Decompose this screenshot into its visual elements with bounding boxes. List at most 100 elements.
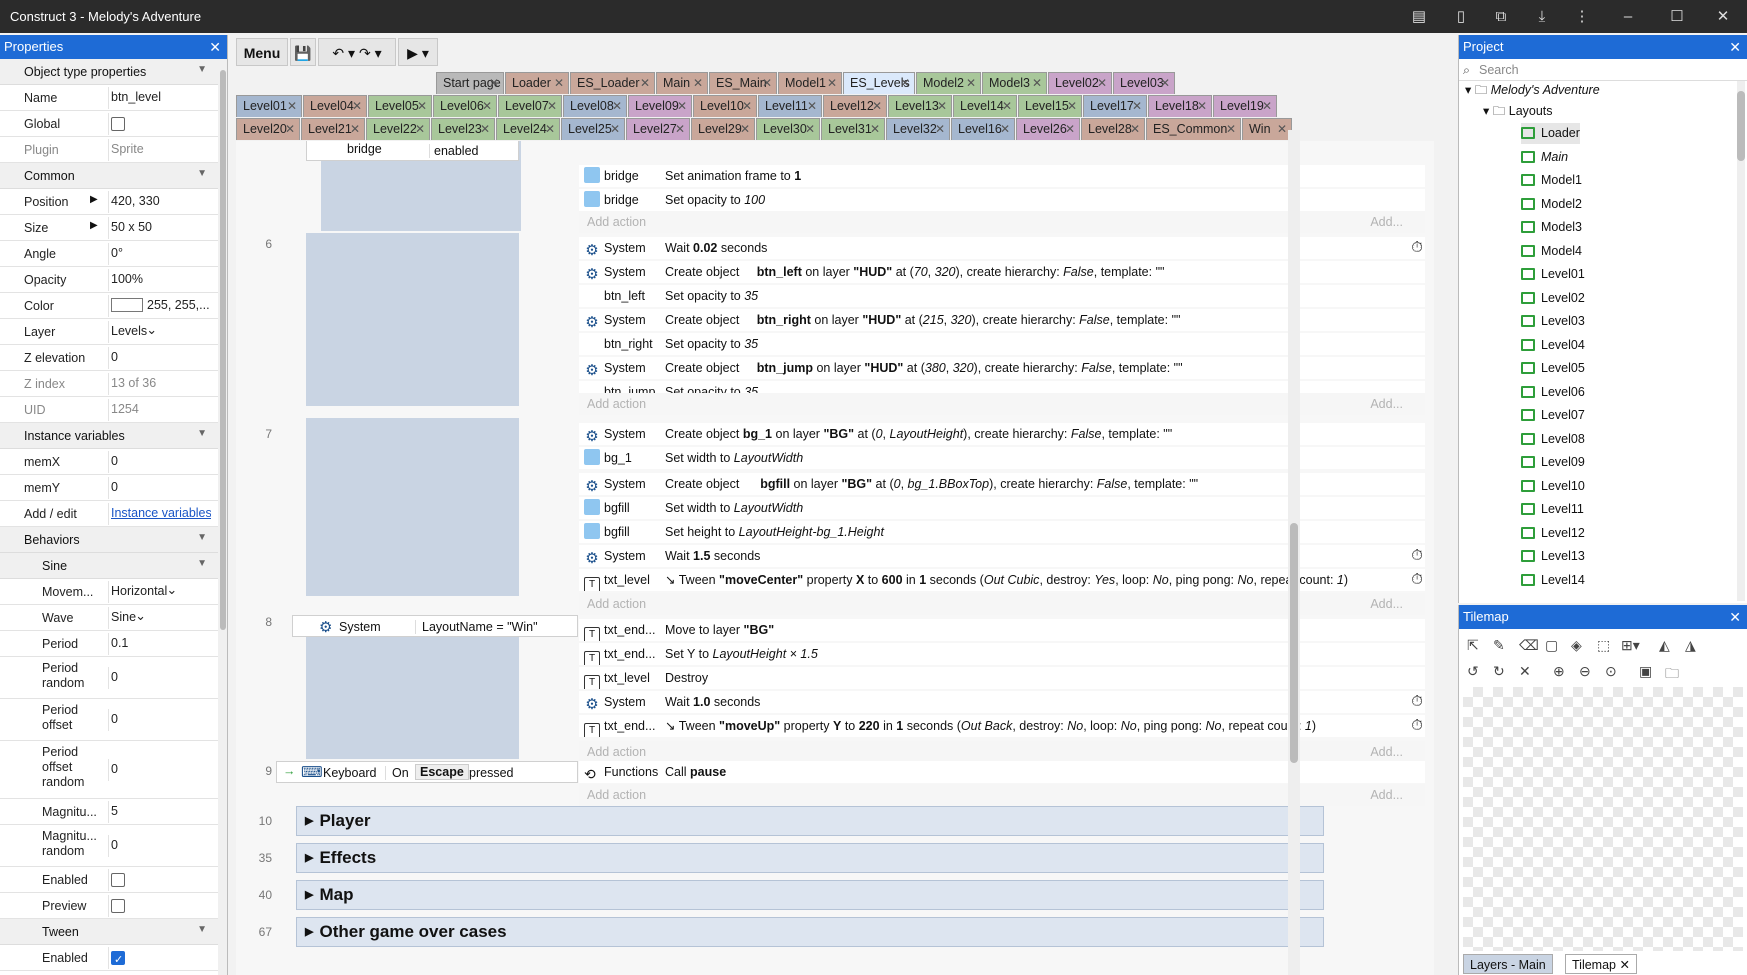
close-icon[interactable]: ✕ (640, 73, 650, 94)
fill-icon[interactable]: ◈ (1571, 637, 1582, 654)
flip-icon[interactable]: ◮ (1685, 637, 1696, 654)
layout-item-level11[interactable]: Level11 (1521, 499, 1584, 520)
close-icon[interactable]: ✕ (287, 96, 297, 117)
close-icon[interactable]: ✕ (677, 96, 687, 117)
property-value[interactable]: 13 of 36 (108, 373, 211, 395)
property-row[interactable]: Magnitu... random 0 (0, 825, 227, 867)
close-icon[interactable]: ✕ (209, 35, 221, 59)
collapse-icon[interactable]: ▼ (197, 64, 207, 75)
close-icon[interactable]: ✕ (612, 96, 622, 117)
property-value[interactable]: 5 (108, 801, 211, 823)
maximize-icon[interactable]: ☐ (1665, 5, 1689, 29)
property-value[interactable]: 255, 255,... (108, 295, 211, 317)
property-row[interactable]: Period random 0 (0, 657, 227, 699)
close-icon[interactable]: ✕ (1226, 119, 1236, 140)
expand-icon[interactable]: ▶ (305, 926, 313, 938)
layout-item-level04[interactable]: Level04 (1521, 335, 1585, 356)
layout-item-level07[interactable]: Level07 (1521, 405, 1585, 426)
close-icon[interactable]: ✕ (554, 73, 564, 94)
property-value[interactable]: btn_level (108, 87, 211, 109)
expand-icon[interactable]: ▶ (90, 194, 98, 205)
project-root[interactable]: ▾ 🗀 Melody's Adventure (1465, 81, 1600, 102)
tab-level10[interactable]: Level10 ✕ (693, 95, 757, 117)
tab-layers-main[interactable]: Layers - Main (1463, 954, 1553, 974)
property-row[interactable]: Color 255, 255,... (0, 293, 227, 319)
tab-level27[interactable]: Level27 ✕ (626, 118, 690, 140)
zoom-reset-icon[interactable]: ⊙ (1605, 663, 1617, 680)
section-behaviors[interactable]: Behaviors ▼ (0, 527, 227, 553)
play-icon[interactable]: ▶ ▾ (398, 38, 438, 66)
collapse-icon[interactable]: ▼ (197, 168, 207, 179)
close-icon[interactable]: ✕ (966, 73, 976, 94)
tab-level22[interactable]: Level22 ✕ (366, 118, 430, 140)
tilemap-canvas[interactable] (1463, 687, 1743, 951)
tab-model1[interactable]: Model1 ✕ (778, 72, 842, 94)
property-row[interactable]: Angle 0° (0, 241, 227, 267)
event-group[interactable]: ▶ Effects (296, 843, 1324, 873)
section-object-type-properties[interactable]: Object type properties ▼ (0, 59, 227, 85)
tab-tilemap[interactable]: Tilemap ✕ (1565, 954, 1637, 974)
property-row[interactable]: Add / edit Instance variables (0, 501, 227, 527)
property-value[interactable] (108, 895, 211, 917)
close-icon[interactable]: ✕ (1160, 73, 1170, 94)
close-icon[interactable]: ✕ (285, 119, 295, 140)
scrollbar-thumb[interactable] (220, 70, 226, 630)
close-icon[interactable]: ✕ (1002, 96, 1012, 117)
property-row[interactable]: Layer Levels (0, 319, 227, 345)
property-row[interactable]: Magnitu... 5 (0, 799, 227, 825)
tab-level11[interactable]: Level11 ✕ (758, 95, 822, 117)
tab-main[interactable]: Main ✕ (656, 72, 708, 94)
tab-level18[interactable]: Level18 ✕ (1148, 95, 1212, 117)
tab-level01[interactable]: Level01 ✕ (236, 95, 302, 117)
condition[interactable]: bridge enabled (306, 141, 519, 161)
folder-icon[interactable]: 🗀 (1665, 663, 1679, 687)
layout-item-model3[interactable]: Model3 (1521, 217, 1582, 238)
close-icon[interactable]: ✕ (1097, 73, 1107, 94)
property-row[interactable]: Period 0.1 (0, 631, 227, 657)
property-value[interactable]: 0 (108, 759, 211, 781)
close-icon[interactable]: ✕ (1132, 96, 1142, 117)
property-row[interactable]: memY 0 (0, 475, 227, 501)
layout-item-main[interactable]: Main (1521, 147, 1568, 168)
close-icon[interactable]: ✕ (1065, 119, 1075, 140)
property-row[interactable]: Enabled (0, 867, 227, 893)
mirror-icon[interactable]: ◭ (1659, 637, 1670, 654)
layout-item-level02[interactable]: Level02 (1521, 288, 1585, 309)
layout-item-level13[interactable]: Level13 (1521, 546, 1585, 567)
layout-item-loader[interactable]: Loader (1521, 123, 1580, 144)
tab-level05[interactable]: Level05 ✕ (368, 95, 432, 117)
menu-button[interactable]: Menu (236, 38, 288, 66)
property-row[interactable]: memX 0 (0, 449, 227, 475)
property-value[interactable]: Horizontal (108, 581, 211, 603)
property-value[interactable]: 0.1 (108, 633, 211, 655)
rectangle-icon[interactable]: ▢ (1545, 637, 1558, 654)
save-icon[interactable]: ▣ (1639, 663, 1652, 680)
scrollbar-thumb[interactable] (1737, 91, 1745, 161)
close-icon[interactable]: ✕ (1067, 96, 1077, 117)
scrollbar-thumb[interactable] (1290, 523, 1298, 763)
property-value[interactable]: 0 (108, 477, 211, 499)
layout-item-level09[interactable]: Level09 (1521, 452, 1585, 473)
tab-es-levels[interactable]: ES_Levels ✕ (843, 72, 915, 94)
properties-scrollbar[interactable] (218, 60, 227, 975)
checkbox[interactable] (111, 898, 125, 913)
checkbox[interactable] (111, 872, 125, 887)
tab-level07[interactable]: Level07 ✕ (498, 95, 562, 117)
property-row[interactable]: Size ▶ 50 x 50 (0, 215, 227, 241)
property-row[interactable]: Z elevation 0 (0, 345, 227, 371)
close-icon[interactable]: ✕ (417, 96, 427, 117)
condition[interactable]: → ⌨ Keyboard On Escape pressed (276, 761, 578, 783)
checkbox[interactable] (111, 116, 125, 131)
tab-level13[interactable]: Level13 ✕ (888, 95, 952, 117)
close-icon[interactable]: ✕ (480, 119, 490, 140)
property-value[interactable] (108, 113, 211, 135)
collapse-icon[interactable]: ▼ (197, 428, 207, 439)
property-row[interactable]: Preview (0, 893, 227, 919)
collapse-icon[interactable]: ▼ (197, 558, 207, 569)
tab-level23[interactable]: Level23 ✕ (431, 118, 495, 140)
minimize-icon[interactable]: – (1616, 5, 1640, 29)
close-icon[interactable]: ✕ (1729, 605, 1741, 629)
property-value[interactable]: 0 (108, 347, 211, 369)
section-tween[interactable]: Tween ▼ (0, 919, 227, 945)
close-icon[interactable]: ✕ (742, 96, 752, 117)
